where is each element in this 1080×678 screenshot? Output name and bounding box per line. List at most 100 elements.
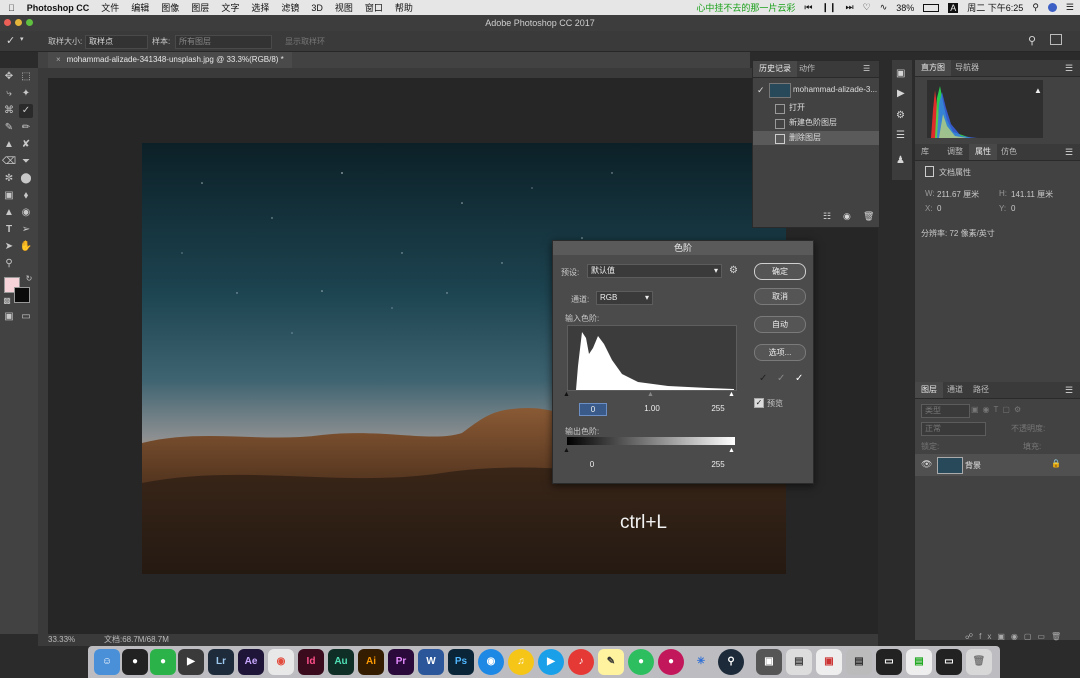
crop-tool-icon[interactable]: ⌘ [2, 104, 16, 118]
lightroom-icon[interactable]: Lr [208, 649, 234, 675]
zoom-level[interactable]: 33.33% [48, 634, 75, 646]
tab-navigator[interactable]: 导航器 [949, 60, 985, 76]
tool-preset-chevron-icon[interactable]: ▾ [20, 35, 24, 43]
input-white-field[interactable]: 255 [703, 403, 733, 414]
actions-play-icon[interactable]: ▶ [897, 88, 905, 99]
shape-tool-icon[interactable]: ◉ [19, 206, 33, 220]
document-thumb-icon[interactable]: ▤ [846, 649, 872, 675]
siri-icon[interactable] [1047, 3, 1057, 12]
output-black-slider[interactable]: ▲ [563, 447, 570, 454]
search-icon[interactable]: ⚲ [1028, 34, 1036, 47]
channel-select[interactable]: RGB ▾ [596, 291, 653, 305]
hand-tool-icon[interactable]: ✋ [19, 240, 33, 254]
swap-colors-icon[interactable]: ↻ [22, 272, 36, 286]
lasso-tool-icon[interactable]: ⤷ [2, 87, 16, 101]
word-icon[interactable]: W [418, 649, 444, 675]
menu-item-type[interactable]: 文字 [221, 1, 239, 14]
eyedropper-tool-icon[interactable]: ✓ [19, 104, 33, 118]
image-thumb-icon[interactable]: ▣ [816, 649, 842, 675]
tab-properties[interactable]: 属性 [969, 144, 997, 160]
history-item-selected[interactable]: 删除图层 [753, 131, 879, 145]
after-effects-icon[interactable]: Ae [238, 649, 264, 675]
menu-item-select[interactable]: 选择 [251, 1, 269, 14]
visibility-eye-icon[interactable]: 👁 [921, 459, 932, 470]
indesign-icon[interactable]: Id [298, 649, 324, 675]
workspace-icon[interactable] [1050, 34, 1062, 45]
history-item[interactable]: 打开 [753, 101, 879, 115]
tab-channels[interactable]: 通道 [941, 382, 969, 398]
gradient-fill-icon[interactable]: ▣ [2, 189, 16, 203]
input-gamma-field[interactable]: 1.00 [637, 403, 667, 414]
tab-layers[interactable]: 图层 [915, 382, 943, 398]
panel-menu-icon[interactable]: ☰ [1065, 385, 1073, 396]
output-white-slider[interactable]: ▲ [728, 447, 735, 454]
tab-adjustments[interactable]: 调整 [941, 144, 969, 160]
spot-healing-tool-icon[interactable]: ✎ [2, 121, 16, 135]
heart-icon[interactable]: ♡ [863, 2, 871, 13]
download-thumb-icon[interactable]: ▤ [906, 649, 932, 675]
default-colors-icon[interactable]: ▩ [0, 294, 14, 308]
brush-tool-icon[interactable]: ✏ [19, 121, 33, 135]
apple-menu-icon[interactable]:  [8, 3, 15, 13]
ok-button[interactable]: 确定 [754, 263, 806, 280]
wifi-icon[interactable]: ∿ [880, 2, 888, 13]
type-tool-icon[interactable]: T [2, 223, 16, 237]
next-track-icon[interactable]: ⏭ [846, 2, 854, 13]
lock-icon[interactable]: 🔒 [1051, 459, 1061, 468]
quicktime-icon[interactable]: ⚲ [718, 649, 744, 675]
notes-icon[interactable]: ✎ [598, 649, 624, 675]
audition-icon[interactable]: Au [328, 649, 354, 675]
tab-history[interactable]: 历史记录 [753, 61, 797, 77]
gray-eyedropper-icon[interactable]: ✓ [777, 373, 785, 384]
history-panel-icon[interactable]: ▣ [896, 68, 905, 79]
battery-percent[interactable]: 38% [896, 3, 914, 13]
screenshot-thumb-icon[interactable]: ▣ [756, 649, 782, 675]
document-tab[interactable]: × mohammad-alizade-341348-unsplash.jpg @ … [48, 52, 292, 68]
premiere-icon[interactable]: Pr [388, 649, 414, 675]
chrome-icon[interactable]: ◉ [268, 649, 294, 675]
clone-stamp-tool-icon[interactable]: ▲ [2, 138, 16, 152]
pen-tool-icon[interactable]: ▲ [2, 206, 16, 220]
zoom-tool-icon[interactable]: ⚲ [2, 257, 16, 271]
input-black-field[interactable]: 0 [579, 403, 607, 416]
wechat-icon[interactable]: ● [150, 649, 176, 675]
properties-icon[interactable]: ☰ [896, 130, 905, 141]
menu-item-view[interactable]: 视图 [335, 1, 353, 14]
black-eyedropper-icon[interactable]: ✓ [759, 373, 767, 384]
tab-actions[interactable]: 动作 [793, 61, 821, 77]
window-thumb-icon[interactable]: ▭ [876, 649, 902, 675]
history-brush-tool-icon[interactable]: ✘ [19, 138, 33, 152]
screen-mode-icon[interactable]: ▭ [19, 310, 33, 324]
layer-row-background[interactable]: 👁 背景 🔒 [915, 454, 1080, 476]
tab-libraries[interactable]: 库 [915, 144, 935, 160]
move-tool-icon[interactable]: ✥ [2, 70, 16, 84]
qq-icon[interactable]: ● [122, 649, 148, 675]
menu-item-window[interactable]: 窗口 [365, 1, 383, 14]
new-document-from-state-icon[interactable]: ☷ [823, 211, 831, 222]
finder-icon[interactable]: ☺ [94, 649, 120, 675]
notification-center-icon[interactable]: ☰ [1066, 2, 1074, 13]
illustrator-icon[interactable]: Ai [358, 649, 384, 675]
output-black-field[interactable]: 0 [579, 459, 605, 470]
marquee-tool-icon[interactable]: ⬚ [19, 70, 33, 84]
prev-track-icon[interactable]: ⏮ [804, 2, 812, 13]
character-icon[interactable]: ♟ [896, 155, 905, 166]
pause-icon[interactable]: ❙❙ [821, 2, 836, 13]
preset-gear-icon[interactable]: ⚙ [729, 265, 738, 276]
warning-triangle-icon[interactable]: ▲ [1034, 86, 1042, 95]
levels-dialog-title[interactable]: 色阶 [553, 241, 813, 255]
layer-filter-icons[interactable]: ▣◉T▢⚙ [971, 405, 1067, 415]
blend-mode-select[interactable]: 正常 [921, 422, 986, 436]
desktop-thumb-icon[interactable]: ▭ [936, 649, 962, 675]
file-thumb-icon[interactable]: ▤ [786, 649, 812, 675]
input-level-sliders[interactable]: ▲ ▲ ▲ [563, 391, 735, 398]
cancel-button[interactable]: 取消 [754, 288, 806, 305]
tab-histogram[interactable]: 直方图 [915, 60, 951, 76]
panel-menu-icon[interactable]: ☰ [1065, 147, 1073, 158]
eyedropper-tool-icon[interactable]: ✓ [6, 34, 15, 47]
panel-menu-icon[interactable]: ☰ [863, 64, 870, 73]
x-value[interactable]: 0 [937, 204, 941, 213]
blur-tool-icon[interactable]: ⬤ [19, 172, 33, 186]
photoshop-icon[interactable]: Ps [448, 649, 474, 675]
battery-icon[interactable] [923, 3, 940, 12]
